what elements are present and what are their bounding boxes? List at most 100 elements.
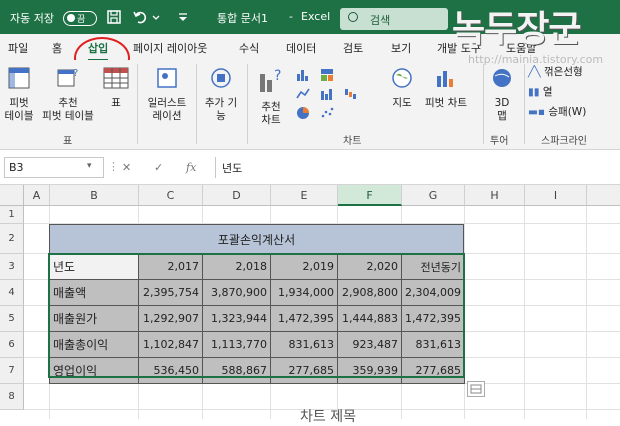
cell-value[interactable]: 1,113,770: [203, 332, 271, 358]
group-sparklines-label: 스파크라인: [541, 136, 587, 147]
name-box-value: B3: [9, 161, 24, 174]
cell-value[interactable]: 536,450: [139, 358, 203, 384]
globe-icon: [392, 68, 412, 88]
column-chart-icon[interactable]: [296, 68, 310, 82]
maps-button[interactable]: 지도: [386, 66, 418, 110]
search-icon: [348, 12, 358, 22]
recommended-charts-button[interactable]: ? 추천 차트: [251, 66, 291, 127]
cell-year[interactable]: 2,019: [271, 254, 338, 280]
search-box[interactable]: 검색: [340, 8, 448, 30]
column-header-b[interactable]: B: [50, 185, 139, 206]
quick-analysis-icon[interactable]: [467, 381, 485, 397]
sparkline-line-button[interactable]: ╱╲ 꺾은선형: [528, 66, 598, 79]
cell-value[interactable]: 1,472,395: [402, 306, 465, 332]
gridline: [586, 206, 587, 419]
chart-title[interactable]: 차트 제목: [300, 406, 356, 426]
cell-year[interactable]: 2,017: [139, 254, 203, 280]
cell-year[interactable]: 2,018: [203, 254, 271, 280]
save-icon[interactable]: [106, 9, 122, 25]
illustrations-button[interactable]: 일러스트 레이션: [142, 66, 192, 123]
column-header-a[interactable]: A: [24, 185, 50, 206]
undo-dropdown-icon[interactable]: [151, 9, 161, 25]
insert-function-icon[interactable]: fx: [186, 161, 196, 174]
cell-value[interactable]: 1,102,847: [139, 332, 203, 358]
tab-home[interactable]: 홈: [52, 40, 62, 56]
cell-row-label[interactable]: 매출원가: [49, 306, 139, 332]
autosave-toggle[interactable]: 끔: [63, 11, 97, 26]
cell-value[interactable]: 831,613: [402, 332, 465, 358]
cell-value[interactable]: 588,867: [203, 358, 271, 384]
cell-value[interactable]: 277,685: [402, 358, 465, 384]
row-header-3[interactable]: 3: [0, 254, 24, 280]
group-separator: [247, 64, 248, 144]
tab-page-layout[interactable]: 페이지 레이아웃: [133, 40, 207, 56]
cell-value[interactable]: 359,939: [338, 358, 402, 384]
cell-value[interactable]: 1,934,000: [271, 280, 338, 306]
cell-year[interactable]: 2,020: [338, 254, 402, 280]
formula-input[interactable]: 년도: [215, 157, 615, 178]
column-header-d[interactable]: D: [203, 185, 271, 206]
tab-file[interactable]: 파일: [8, 40, 28, 56]
column-header-more[interactable]: [587, 185, 620, 206]
row-header-1[interactable]: 1: [0, 206, 24, 224]
row-header-7[interactable]: 7: [0, 358, 24, 384]
column-header-f[interactable]: F: [338, 185, 402, 206]
scatter-chart-icon[interactable]: [320, 106, 334, 120]
tab-review[interactable]: 검토: [343, 40, 363, 56]
tab-data[interactable]: 데이터: [286, 40, 316, 56]
hierarchy-chart-icon[interactable]: [320, 68, 334, 82]
pie-chart-icon[interactable]: [296, 106, 310, 120]
cell-value[interactable]: 2,908,800: [338, 280, 402, 306]
recommended-pivot-button[interactable]: ? 추천 피벗 테이블: [40, 66, 96, 123]
cell-value[interactable]: 2,395,754: [139, 280, 203, 306]
sparkline-column-button[interactable]: ▮▮ 열: [528, 86, 598, 99]
cell-value[interactable]: 3,870,900: [203, 280, 271, 306]
cell-value[interactable]: 1,472,395: [271, 306, 338, 332]
illustrations-icon: [157, 68, 177, 88]
column-header-c[interactable]: C: [139, 185, 203, 206]
cell-value[interactable]: 277,685: [271, 358, 338, 384]
column-header-h[interactable]: H: [465, 185, 525, 206]
select-all-corner[interactable]: [0, 185, 24, 206]
search-placeholder: 검색: [370, 14, 391, 27]
cancel-icon[interactable]: ✕: [122, 161, 131, 174]
pivot-chart-button[interactable]: 피벗 차트: [420, 66, 472, 110]
cell-value[interactable]: 831,613: [271, 332, 338, 358]
cell-year-label[interactable]: 년도: [49, 254, 139, 280]
row-header-6[interactable]: 6: [0, 332, 24, 358]
tab-view[interactable]: 보기: [391, 40, 411, 56]
column-header-i[interactable]: I: [525, 185, 587, 206]
line-chart-icon[interactable]: [296, 87, 310, 101]
customize-qat-icon[interactable]: [176, 9, 190, 25]
cell-value[interactable]: 923,487: [338, 332, 402, 358]
pivot-table-button[interactable]: 피벗 테이블: [3, 66, 35, 123]
table-button[interactable]: 표: [100, 66, 132, 110]
column-header-e[interactable]: E: [271, 185, 338, 206]
name-box-dropdown-icon[interactable]: ▾: [87, 161, 92, 171]
cell-value[interactable]: 2,304,009: [402, 280, 465, 306]
row-header-2[interactable]: 2: [0, 224, 24, 254]
cell-value[interactable]: 1,323,944: [203, 306, 271, 332]
enter-icon[interactable]: ✓: [154, 161, 163, 174]
app-name: Excel: [301, 10, 331, 23]
table-title-cell[interactable]: 포괄손익계산서: [49, 224, 464, 254]
undo-icon[interactable]: [132, 9, 148, 25]
row-header-4[interactable]: 4: [0, 280, 24, 306]
sparkline-column-icon: ▮▮: [528, 86, 540, 98]
cell-row-label[interactable]: 매출액: [49, 280, 139, 306]
cell-row-label[interactable]: 영업이익: [49, 358, 139, 384]
statistic-chart-icon[interactable]: [320, 87, 334, 101]
cell-value[interactable]: 1,444,883: [338, 306, 402, 332]
addins-button[interactable]: 추가 기 능: [200, 66, 242, 123]
tab-formulas[interactable]: 수식: [239, 40, 259, 56]
sparkline-winloss-button[interactable]: ▬▪ 승패(W): [528, 106, 600, 119]
cell-prev-period[interactable]: 전년동기: [402, 254, 465, 280]
row-header-5[interactable]: 5: [0, 306, 24, 332]
column-header-g[interactable]: G: [402, 185, 465, 206]
3d-map-button[interactable]: 3D 맵: [487, 66, 517, 123]
autosave-state: 끔: [77, 15, 86, 25]
cell-row-label[interactable]: 매출총이익: [49, 332, 139, 358]
cell-value[interactable]: 1,292,907: [139, 306, 203, 332]
row-header-8[interactable]: 8: [0, 384, 24, 410]
waterfall-chart-icon[interactable]: [344, 87, 358, 101]
